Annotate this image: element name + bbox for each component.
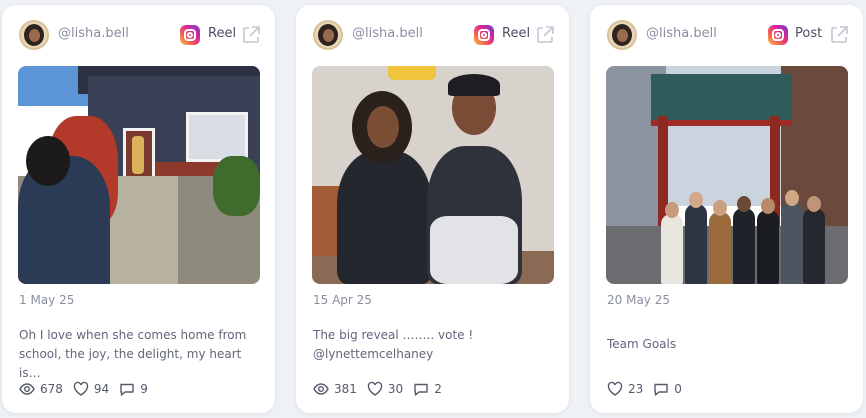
likes-count: 30 [387,382,404,396]
post-date: 1 May 25 [19,293,75,307]
external-link-icon[interactable] [534,24,556,46]
post-type-label: Reel [208,26,237,41]
heart-icon [607,381,623,396]
comments-stat: 9 [119,381,148,397]
instagram-icon [768,25,788,45]
likes-stat: 23 [607,381,643,397]
post-thumbnail[interactable] [18,66,260,284]
post-stats: 678 94 9 [19,380,158,398]
external-link-icon[interactable] [828,24,850,46]
views-count: 678 [40,382,63,396]
post-card-3[interactable]: @lisha.bell Post 20 May 25 Team Goals 23… [590,5,863,413]
comment-icon [120,383,134,396]
comments-count: 2 [434,382,442,396]
avatar[interactable] [607,20,637,50]
comments-count: 0 [674,382,682,396]
comment-icon [414,383,428,396]
post-type-label: Reel [502,26,531,41]
comment-icon [654,383,668,396]
post-caption: Oh I love when she comes home from schoo… [19,328,247,380]
eye-icon [19,383,35,395]
heart-icon [367,381,383,396]
post-stats: 23 0 [607,380,692,398]
post-card-2[interactable]: @lisha.bell Reel 15 Apr 25 The big revea… [296,5,569,413]
external-link-icon[interactable] [240,24,262,46]
post-stats: 381 30 2 [313,380,452,398]
comments-stat: 0 [653,381,682,397]
avatar[interactable] [19,20,49,50]
post-thumbnail[interactable] [312,66,554,284]
post-date: 15 Apr 25 [313,293,372,307]
comments-stat: 2 [413,381,442,397]
likes-stat: 30 [367,381,403,397]
account-handle[interactable]: @lisha.bell [352,26,423,41]
likes-count: 94 [93,382,110,396]
post-type-label: Post [795,26,823,41]
views-stat: 678 [19,381,63,397]
post-thumbnail[interactable] [606,66,848,284]
instagram-icon [474,25,494,45]
post-card-1[interactable]: @lisha.bell Reel 1 May 25 Oh I love when… [2,5,275,413]
heart-icon [73,381,89,396]
post-caption: Team Goals [607,337,677,351]
likes-count: 23 [628,382,644,396]
views-stat: 381 [313,381,357,397]
account-handle[interactable]: @lisha.bell [58,26,129,41]
avatar[interactable] [313,20,343,50]
comments-count: 9 [140,382,148,396]
views-count: 381 [334,382,357,396]
likes-stat: 94 [73,381,109,397]
post-date: 20 May 25 [607,293,670,307]
instagram-icon [180,25,200,45]
account-handle[interactable]: @lisha.bell [646,26,717,41]
post-caption: The big reveal …….. vote ! @lynettemcelh… [313,328,474,361]
eye-icon [313,383,329,395]
